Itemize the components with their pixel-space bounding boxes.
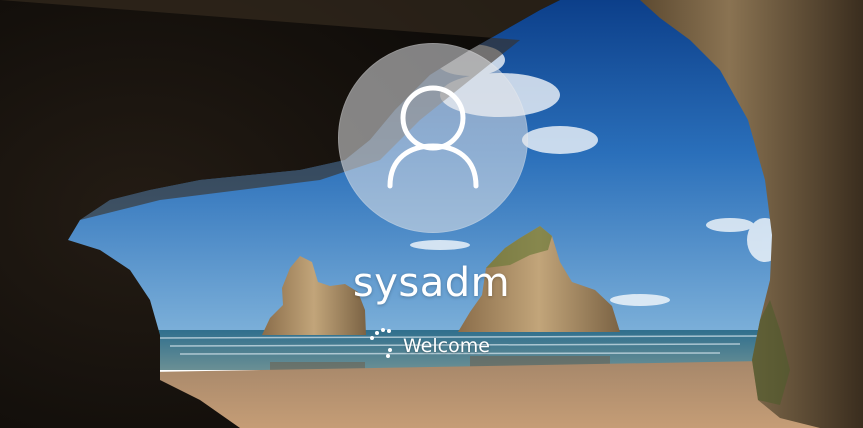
username-label: sysadm — [352, 260, 511, 306]
sign-in-status: Welcome — [366, 326, 526, 362]
loading-spinner-icon — [366, 326, 398, 360]
welcome-message: Welcome — [403, 335, 490, 357]
user-avatar — [338, 43, 528, 233]
user-silhouette-icon — [387, 85, 479, 189]
